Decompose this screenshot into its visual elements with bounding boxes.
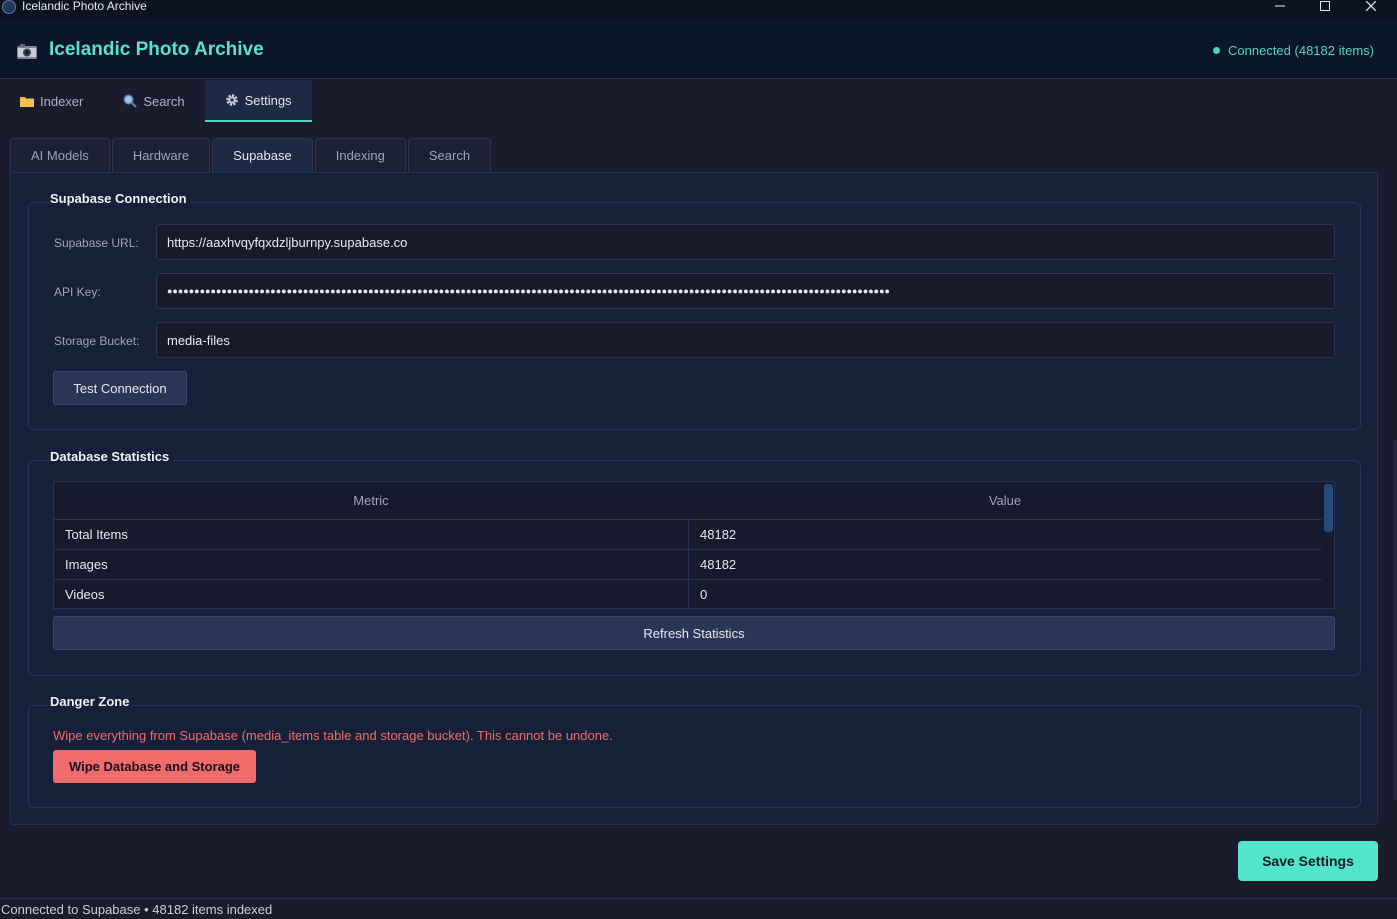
window-title: Icelandic Photo Archive xyxy=(22,0,147,13)
supabase-url-label: Supabase URL: xyxy=(54,236,139,250)
tab-settings-label: Settings xyxy=(244,92,292,108)
database-statistics-title: Database Statistics xyxy=(50,449,174,464)
table-scrollbar-thumb[interactable] xyxy=(1324,484,1333,532)
subtab-supabase[interactable]: Supabase xyxy=(212,138,313,172)
folder-icon xyxy=(20,95,34,107)
statistics-table: Metric Value Total Items 48182 Images 48… xyxy=(53,481,1335,609)
settings-sub-tab-bar: AI Models Hardware Supabase Indexing Sea… xyxy=(10,138,493,172)
api-key-input[interactable]: ●●●●●●●●●●●●●●●●●●●●●●●●●●●●●●●●●●●●●●●●… xyxy=(156,273,1335,309)
supabase-url-input[interactable]: https://aaxhvqyfqxdzljburnpy.supabase.co xyxy=(156,224,1335,260)
value-cell: 48182 xyxy=(688,550,1322,579)
storage-bucket-input[interactable]: media-files xyxy=(156,322,1335,358)
minimize-icon xyxy=(1275,5,1285,6)
status-dot-icon xyxy=(1213,47,1221,54)
metric-cell: Videos xyxy=(65,587,105,602)
tab-search[interactable]: Search xyxy=(103,80,204,122)
metric-cell: Images xyxy=(65,557,108,572)
wipe-database-button[interactable]: Wipe Database and Storage xyxy=(53,750,256,783)
subtab-search[interactable]: Search xyxy=(407,138,492,172)
connection-status: Connected (48182 items) xyxy=(1213,43,1374,58)
table-row[interactable]: Videos 0 xyxy=(54,580,1322,608)
supabase-settings-panel: Supabase Connection Supabase URL: https:… xyxy=(10,172,1378,825)
tab-settings[interactable]: Settings xyxy=(204,80,312,122)
test-connection-button[interactable]: Test Connection xyxy=(53,371,187,405)
magnifier-icon xyxy=(123,94,138,108)
app-header: Icelandic Photo Archive Connected (48182… xyxy=(0,19,1397,79)
connection-status-text: Connected (48182 items) xyxy=(1228,43,1374,58)
subtab-indexing[interactable]: Indexing xyxy=(314,138,406,172)
minimize-button[interactable] xyxy=(1257,0,1303,19)
danger-zone-title: Danger Zone xyxy=(50,694,134,709)
metric-cell: Total Items xyxy=(65,527,128,542)
main-tab-bar: Indexer Search Settings xyxy=(0,80,312,122)
subtab-ai-models[interactable]: AI Models xyxy=(10,138,110,172)
subtab-hardware[interactable]: Hardware xyxy=(111,138,211,172)
column-header-metric[interactable]: Metric xyxy=(54,482,688,519)
supabase-connection-title: Supabase Connection xyxy=(50,191,191,206)
value-cell: 48182 xyxy=(688,520,1322,549)
refresh-statistics-button[interactable]: Refresh Statistics xyxy=(53,616,1335,650)
column-header-value[interactable]: Value xyxy=(688,482,1322,519)
close-button[interactable] xyxy=(1348,0,1394,19)
value-cell: 0 xyxy=(688,580,1322,608)
gear-icon xyxy=(225,93,239,107)
app-icon xyxy=(2,0,16,14)
app-title: Icelandic Photo Archive xyxy=(49,39,264,60)
status-bar: Connected to Supabase • 48182 items inde… xyxy=(0,898,1397,919)
camera-icon xyxy=(17,44,37,59)
table-row[interactable]: Images 48182 xyxy=(54,550,1322,580)
storage-bucket-label: Storage Bucket: xyxy=(54,334,140,348)
danger-warning-text: Wipe everything from Supabase (media_ite… xyxy=(53,728,613,743)
tab-indexer[interactable]: Indexer xyxy=(0,80,103,122)
api-key-label: API Key: xyxy=(54,285,101,299)
close-icon xyxy=(1366,0,1376,11)
table-header: Metric Value xyxy=(54,482,1322,520)
maximize-icon xyxy=(1320,0,1330,11)
tab-indexer-label: Indexer xyxy=(40,93,84,109)
table-scrollbar[interactable] xyxy=(1323,484,1333,606)
maximize-button[interactable] xyxy=(1302,0,1348,19)
window-titlebar: Icelandic Photo Archive xyxy=(0,0,1397,19)
save-settings-button[interactable]: Save Settings xyxy=(1238,841,1378,881)
table-row[interactable]: Total Items 48182 xyxy=(54,520,1322,550)
tab-search-label: Search xyxy=(143,93,185,109)
window-scrollbar[interactable] xyxy=(1393,440,1397,800)
